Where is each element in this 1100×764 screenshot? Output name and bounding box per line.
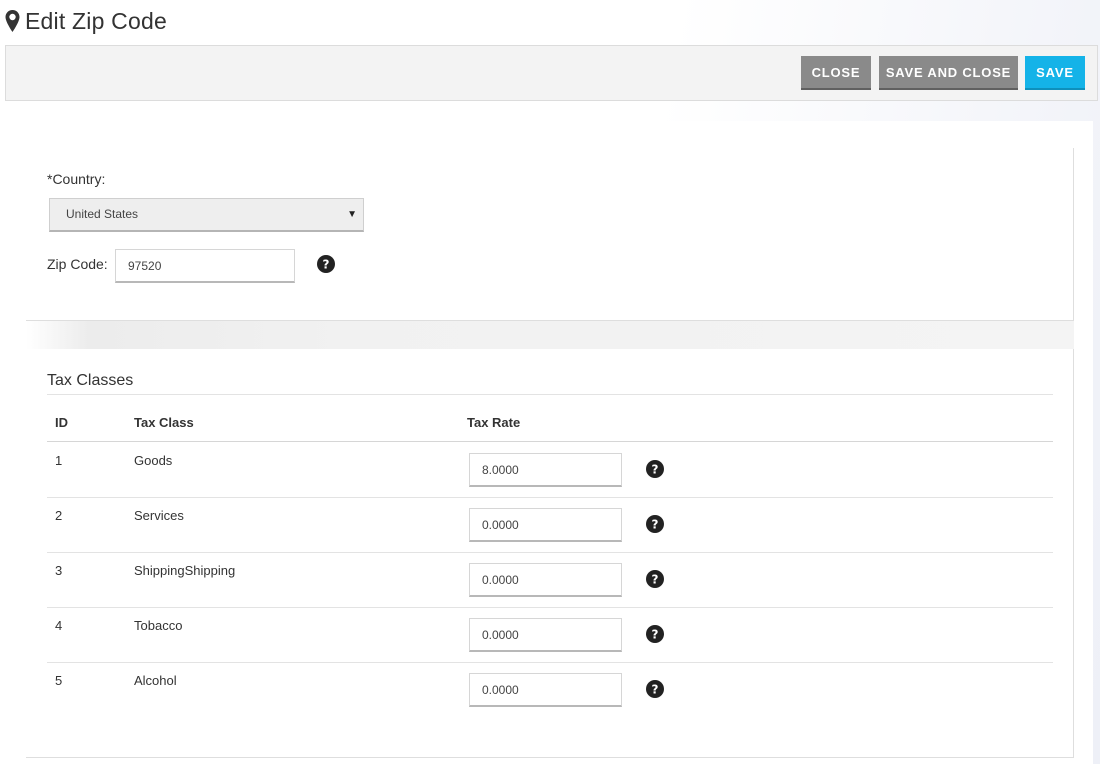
svg-text:?: ? [652,573,659,587]
row-tax-class: Alcohol [134,673,177,688]
row-divider [47,552,1053,553]
row-divider [47,497,1053,498]
question-circle-icon[interactable]: ? [646,625,664,643]
zip-code-input[interactable] [115,249,295,283]
svg-text:?: ? [323,258,330,272]
tax-rate-input[interactable] [469,453,622,487]
row-id: 2 [55,508,63,523]
tax-classes-title: Tax Classes [47,372,134,389]
page-title: Edit Zip Code [25,7,167,34]
close-button[interactable]: CLOSE [801,56,871,90]
question-circle-icon[interactable]: ? [646,680,664,698]
svg-text:?: ? [652,518,659,532]
row-divider [47,662,1053,663]
save-and-close-button[interactable]: SAVE AND CLOSE [879,56,1018,90]
table-header-divider [47,441,1053,442]
tax-rate-input[interactable] [469,508,622,542]
map-pin-icon [5,10,20,32]
question-circle-icon[interactable]: ? [646,570,664,588]
row-tax-class: ShippingShipping [134,563,236,578]
page-header: Edit Zip Code [5,7,167,35]
column-header-tax-rate: Tax Rate [467,415,521,430]
svg-text:?: ? [652,683,659,697]
row-id: 1 [55,453,63,468]
section-divider [47,394,1053,395]
zip-code-label: Zip Code: [47,256,108,272]
column-header-id: ID [55,415,68,430]
action-toolbar: CLOSE SAVE AND CLOSE SAVE [5,45,1098,101]
question-circle-icon[interactable]: ? [317,255,335,273]
column-header-tax-class: Tax Class [134,415,194,430]
save-button[interactable]: SAVE [1025,56,1085,90]
dropdown-arrow-icon: ▼ [347,209,357,220]
question-circle-icon[interactable]: ? [646,460,664,478]
row-tax-class: Services [134,508,184,523]
country-select[interactable]: United States ▼ [49,198,364,232]
zip-details-panel [26,148,1074,321]
country-label: *Country: [47,171,106,187]
tax-rate-input[interactable] [469,673,622,707]
panel-divider [26,321,1074,349]
row-tax-class: Goods [134,453,173,468]
row-id: 5 [55,673,63,688]
svg-text:?: ? [652,628,659,642]
svg-text:?: ? [652,463,659,477]
country-select-value: United States [66,207,139,221]
question-circle-icon[interactable]: ? [646,515,664,533]
row-id: 4 [55,618,63,633]
tax-rate-input[interactable] [469,618,622,652]
row-id: 3 [55,563,63,578]
tax-rate-input[interactable] [469,563,622,597]
row-tax-class: Tobacco [134,618,183,633]
row-divider [47,607,1053,608]
